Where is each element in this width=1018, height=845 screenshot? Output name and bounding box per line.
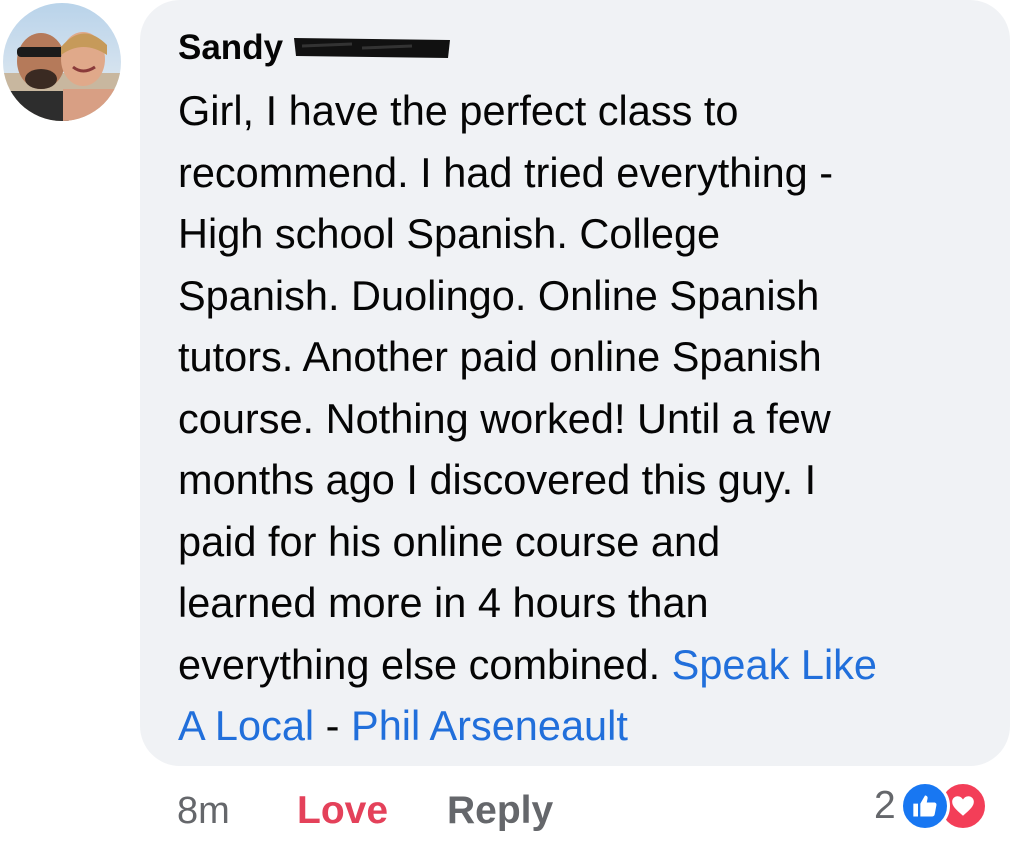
avatar[interactable] bbox=[3, 3, 121, 121]
comment-body: Girl, I have the perfect class to recomm… bbox=[178, 87, 834, 688]
comment-text: Girl, I have the perfect class to recomm… bbox=[178, 80, 988, 757]
comment-bubble: Sandy Girl, I have the perfect class to … bbox=[140, 0, 1010, 766]
love-button[interactable]: Love bbox=[297, 783, 447, 839]
reply-button[interactable]: Reply bbox=[447, 783, 553, 839]
reaction-count: 2 bbox=[874, 784, 896, 827]
author-name[interactable]: Sandy bbox=[178, 26, 283, 70]
reaction-summary[interactable]: 2 bbox=[874, 776, 988, 836]
redaction-scribble bbox=[293, 38, 450, 58]
comment-actions: 8m Love Reply bbox=[177, 783, 553, 839]
timestamp[interactable]: 8m bbox=[177, 783, 297, 839]
link-separator: - bbox=[314, 702, 352, 749]
like-icon bbox=[899, 781, 950, 831]
link-phil-arseneault[interactable]: Phil Arseneault bbox=[351, 702, 628, 749]
comment-thread: Sandy Girl, I have the perfect class to … bbox=[0, 0, 1018, 845]
author-row: Sandy bbox=[178, 26, 980, 76]
